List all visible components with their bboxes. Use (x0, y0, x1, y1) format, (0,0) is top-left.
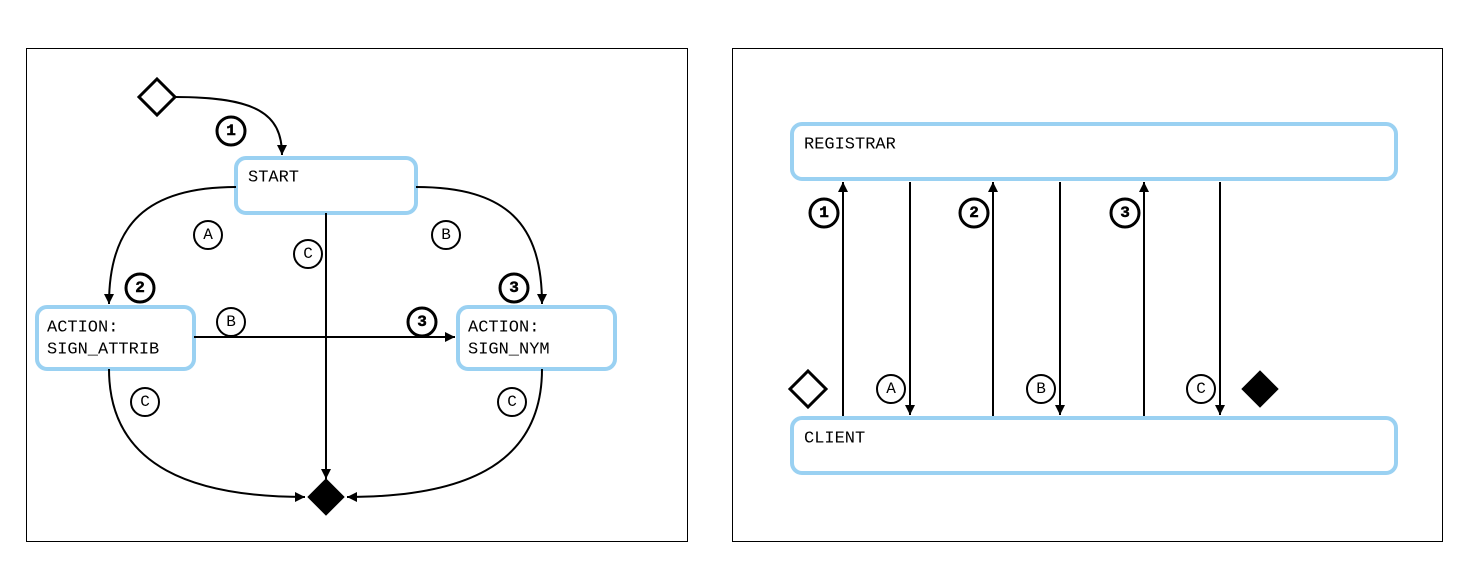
panel-right-sequence-diagram: REGISTRAR CLIENT 1 (732, 48, 1443, 542)
badge-b-mid: B (217, 308, 245, 336)
seq-badge-b: B (1027, 375, 1055, 403)
badge-b-mid-label: B (226, 313, 236, 331)
badge-2: 2 (126, 274, 154, 302)
start-marker-icon (139, 79, 175, 115)
seq-badge-b-label: B (1036, 380, 1046, 398)
seq-badge-3-label: 3 (1120, 204, 1130, 222)
badge-3-mid: 3 (408, 308, 436, 336)
lane-client: CLIENT (792, 418, 1396, 473)
node-sign-nym-label-2: SIGN_NYM (468, 340, 550, 359)
badge-2-label: 2 (135, 279, 145, 297)
badge-1-label: 1 (226, 122, 236, 140)
badge-3-right-label: 3 (509, 279, 519, 297)
seq-badge-2-label: 2 (969, 204, 979, 222)
seq-badge-1: 1 (810, 199, 838, 227)
badge-b-right-label: B (441, 226, 451, 244)
node-sign-nym-label-1: ACTION: (468, 318, 539, 337)
seq-badge-1-label: 1 (819, 204, 829, 222)
edge-attrib-to-end (109, 369, 305, 497)
seq-badge-c: C (1187, 375, 1215, 403)
badge-c-right: C (498, 388, 526, 416)
node-start: START (236, 158, 416, 213)
seq-badge-2: 2 (960, 199, 988, 227)
badge-a-left-label: A (203, 226, 213, 244)
node-sign-attrib: ACTION: SIGN_ATTRIB (37, 307, 194, 369)
badge-b-right: B (432, 221, 460, 249)
node-sign-attrib-label-1: ACTION: (47, 318, 118, 337)
lane-registrar-label: REGISTRAR (804, 135, 896, 154)
node-start-label: START (248, 168, 299, 187)
node-sign-attrib-label-2: SIGN_ATTRIB (47, 340, 159, 359)
badge-c-left: C (131, 388, 159, 416)
lane-registrar: REGISTRAR (792, 124, 1396, 179)
badge-3-mid-label: 3 (417, 313, 427, 331)
seq-start-marker-icon (790, 371, 826, 407)
badge-1: 1 (217, 117, 245, 145)
panel-left-state-diagram: 1 START A 2 B (26, 48, 688, 542)
node-sign-nym: ACTION: SIGN_NYM (458, 307, 615, 369)
seq-badge-a-label: A (886, 380, 896, 398)
page-root: 1 START A 2 B (0, 0, 1468, 577)
lane-client-label: CLIENT (804, 429, 865, 448)
badge-a-left: A (194, 221, 222, 249)
badge-c-right-label: C (507, 393, 517, 411)
end-marker-icon (308, 479, 344, 515)
seq-badge-a: A (877, 375, 905, 403)
seq-end-marker-icon (1242, 371, 1278, 407)
badge-c-middle: C (294, 240, 322, 268)
badge-3-right: 3 (500, 274, 528, 302)
seq-badge-c-label: C (1196, 380, 1206, 398)
badge-c-middle-label: C (303, 245, 313, 263)
seq-badge-3: 3 (1111, 199, 1139, 227)
badge-c-left-label: C (140, 393, 150, 411)
